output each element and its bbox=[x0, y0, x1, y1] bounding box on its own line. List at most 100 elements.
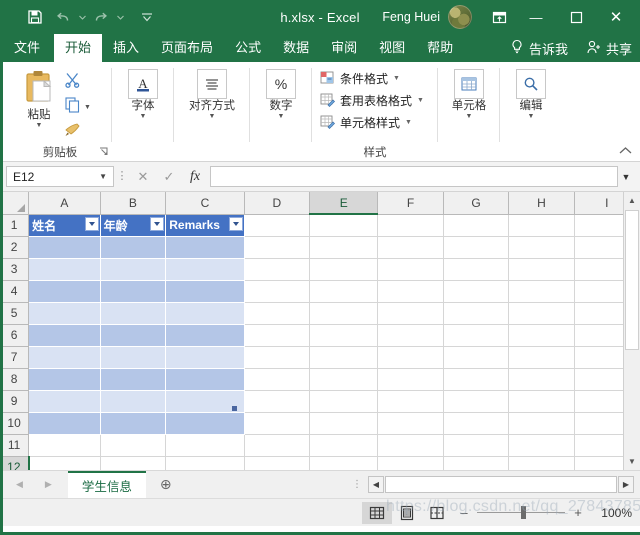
number-caret-icon[interactable]: ▼ bbox=[278, 113, 285, 120]
split-handle[interactable]: ⋮ bbox=[346, 480, 368, 490]
cell-H4[interactable] bbox=[508, 280, 575, 303]
cell-D8[interactable] bbox=[244, 368, 311, 391]
cell-H6[interactable] bbox=[508, 324, 575, 347]
column-header-G[interactable]: G bbox=[443, 192, 510, 215]
cell-G12[interactable] bbox=[443, 456, 510, 470]
row-header-10[interactable]: 10 bbox=[0, 412, 30, 435]
cell-F10[interactable] bbox=[377, 412, 444, 435]
redo-dropdown-icon[interactable] bbox=[116, 4, 124, 30]
cell-E5[interactable] bbox=[309, 302, 379, 325]
cell-A6[interactable] bbox=[28, 324, 101, 347]
cell-G6[interactable] bbox=[443, 324, 510, 347]
chevron-down-icon[interactable]: ▼ bbox=[99, 172, 107, 181]
cell-G11[interactable] bbox=[443, 434, 510, 457]
table-header-cell-remarks[interactable]: Remarks bbox=[165, 214, 245, 237]
cell-A4[interactable] bbox=[28, 280, 101, 303]
cell-E6[interactable] bbox=[309, 324, 379, 347]
zoom-slider-thumb[interactable] bbox=[521, 506, 526, 519]
hscroll-right-button[interactable]: ▶ bbox=[618, 476, 634, 493]
cell-G4[interactable] bbox=[443, 280, 510, 303]
row-header-5[interactable]: 5 bbox=[0, 302, 30, 325]
editing-caret-icon[interactable]: ▼ bbox=[528, 113, 535, 120]
cell-H7[interactable] bbox=[508, 346, 575, 369]
row-header-9[interactable]: 9 bbox=[0, 390, 30, 413]
column-header-B[interactable]: B bbox=[100, 192, 167, 215]
cell-C6[interactable] bbox=[165, 324, 245, 347]
cell-G8[interactable] bbox=[443, 368, 510, 391]
save-icon[interactable] bbox=[22, 4, 48, 30]
cell-F9[interactable] bbox=[377, 390, 444, 413]
cell-E9[interactable] bbox=[309, 390, 379, 413]
cell-F7[interactable] bbox=[377, 346, 444, 369]
cell-A2[interactable] bbox=[28, 236, 101, 259]
row-header-6[interactable]: 6 bbox=[0, 324, 30, 347]
font-button[interactable]: A 字体 ▼ bbox=[114, 67, 172, 120]
tab-formulas[interactable]: 公式 bbox=[224, 34, 272, 62]
column-header-H[interactable]: H bbox=[508, 192, 575, 215]
row-header-8[interactable]: 8 bbox=[0, 368, 30, 391]
cell-D2[interactable] bbox=[244, 236, 311, 259]
cell-B8[interactable] bbox=[100, 368, 167, 391]
cell-D3[interactable] bbox=[244, 258, 311, 281]
cell-D5[interactable] bbox=[244, 302, 311, 325]
row-header-1[interactable]: 1 bbox=[0, 214, 30, 237]
cell-A3[interactable] bbox=[28, 258, 101, 281]
row-header-4[interactable]: 4 bbox=[0, 280, 30, 303]
copy-caret-icon[interactable]: ▼ bbox=[84, 104, 91, 111]
editing-button[interactable]: 编辑 ▼ bbox=[502, 67, 560, 120]
page-layout-view-icon[interactable] bbox=[392, 502, 422, 524]
tab-file[interactable]: 文件 bbox=[0, 34, 54, 62]
table-header-cell-name[interactable]: 姓名 bbox=[28, 214, 101, 237]
cell-G2[interactable] bbox=[443, 236, 510, 259]
filter-dropdown-icon[interactable] bbox=[228, 216, 243, 231]
table-resize-handle[interactable] bbox=[232, 406, 237, 411]
sheet-prev-icon[interactable]: ◀ bbox=[16, 479, 23, 490]
zoom-slider-track[interactable] bbox=[477, 506, 565, 519]
cell-E11[interactable] bbox=[309, 434, 379, 457]
cell-G1[interactable] bbox=[443, 214, 510, 237]
hscroll-left-button[interactable]: ◀ bbox=[368, 476, 384, 493]
cell-E7[interactable] bbox=[309, 346, 379, 369]
name-box[interactable]: E12 ▼ bbox=[6, 166, 114, 187]
cell-A8[interactable] bbox=[28, 368, 101, 391]
tab-review[interactable]: 审阅 bbox=[320, 34, 368, 62]
dialog-launcher-icon[interactable] bbox=[99, 145, 108, 162]
cell-E4[interactable] bbox=[309, 280, 379, 303]
cell-C3[interactable] bbox=[165, 258, 245, 281]
sheet-next-icon[interactable]: ▶ bbox=[45, 479, 52, 490]
cell-D11[interactable] bbox=[244, 434, 311, 457]
cell-F11[interactable] bbox=[377, 434, 444, 457]
cell-E10[interactable] bbox=[309, 412, 379, 435]
cell-E8[interactable] bbox=[309, 368, 379, 391]
cell-C2[interactable] bbox=[165, 236, 245, 259]
cell-B6[interactable] bbox=[100, 324, 167, 347]
cell-F8[interactable] bbox=[377, 368, 444, 391]
format-painter-button[interactable] bbox=[64, 121, 91, 143]
tab-page-layout[interactable]: 页面布局 bbox=[150, 34, 224, 62]
cell-C10[interactable] bbox=[165, 412, 245, 435]
chevron-down-icon[interactable]: ▼ bbox=[417, 97, 424, 104]
cell-H3[interactable] bbox=[508, 258, 575, 281]
cell-B7[interactable] bbox=[100, 346, 167, 369]
zoom-in-button[interactable]: + bbox=[572, 505, 584, 520]
column-header-C[interactable]: C bbox=[165, 192, 245, 215]
scroll-up-button[interactable]: ▲ bbox=[624, 192, 640, 209]
cell-F6[interactable] bbox=[377, 324, 444, 347]
cell-H8[interactable] bbox=[508, 368, 575, 391]
cell-F1[interactable] bbox=[377, 214, 444, 237]
undo-icon[interactable] bbox=[50, 4, 76, 30]
column-header-E[interactable]: E bbox=[309, 192, 379, 215]
horizontal-scrollbar[interactable]: ◀ ▶ bbox=[368, 471, 640, 498]
cell-G5[interactable] bbox=[443, 302, 510, 325]
enter-check-icon[interactable]: ✓ bbox=[156, 166, 182, 187]
cut-button[interactable] bbox=[64, 71, 91, 93]
paste-caret-icon[interactable]: ▼ bbox=[36, 122, 43, 129]
cell-D10[interactable] bbox=[244, 412, 311, 435]
insert-function-icon[interactable]: fx bbox=[182, 166, 208, 187]
cell-G10[interactable] bbox=[443, 412, 510, 435]
cell-A9[interactable] bbox=[28, 390, 101, 413]
chevron-down-icon[interactable]: ▼ bbox=[405, 119, 412, 126]
tab-home[interactable]: 开始 bbox=[54, 34, 103, 62]
maximize-button[interactable] bbox=[556, 0, 596, 34]
customize-quick-access-icon[interactable] bbox=[134, 4, 160, 30]
